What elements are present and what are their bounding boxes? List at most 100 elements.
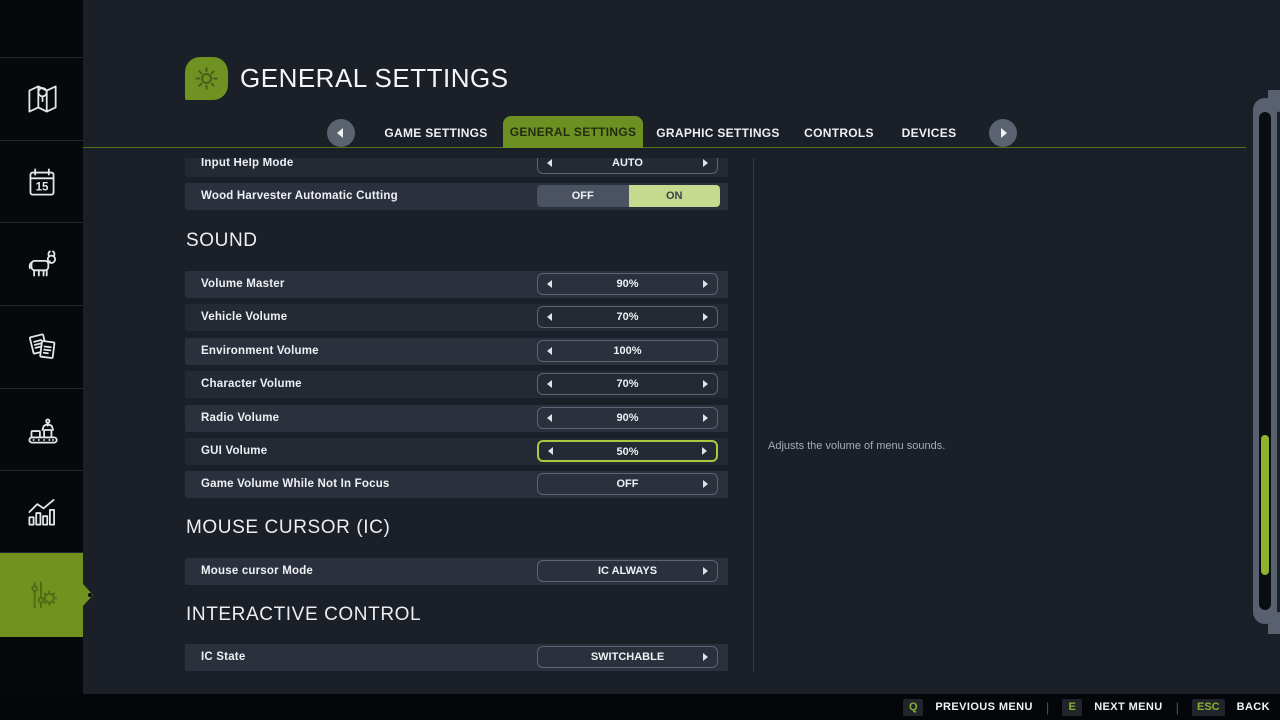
stepper-value: 70%: [616, 378, 639, 390]
sidebar-item-settings[interactable]: [0, 552, 83, 637]
calendar-day: 15: [35, 181, 48, 193]
section-title-mouse-cursor: MOUSE CURSOR (IC): [186, 517, 391, 538]
stepper-right-arrow-icon[interactable]: [703, 313, 708, 321]
bottom-bar: Q PREVIOUS MENU | E NEXT MENU | ESC BACK: [0, 694, 1280, 720]
tab-game-settings[interactable]: GAME SETTINGS: [384, 126, 487, 140]
row-input-help-mode: Input Help Mode AUTO: [185, 158, 728, 177]
sidebar-item-calendar[interactable]: 15: [0, 140, 83, 222]
hint-label: PREVIOUS MENU: [935, 701, 1033, 713]
sidebar: 15: [0, 0, 83, 694]
stepper-right-arrow-icon[interactable]: [703, 280, 708, 288]
row-gui-volume: GUI Volume 50%: [185, 438, 728, 465]
setting-label: Game Volume While Not In Focus: [201, 478, 390, 490]
panel-divider: [753, 158, 754, 672]
sidebar-item-contracts[interactable]: [0, 305, 83, 388]
chevron-right-icon: [1001, 128, 1007, 138]
settings-list: Input Help Mode AUTO Wood Harvester Auto…: [185, 158, 728, 672]
row-mouse-cursor-mode: Mouse cursor Mode IC ALWAYS: [185, 558, 728, 585]
key-badge-e: E: [1062, 698, 1083, 716]
setting-label: GUI Volume: [201, 445, 268, 457]
stepper-value: SWITCHABLE: [590, 651, 665, 663]
hint-label: BACK: [1236, 701, 1270, 713]
calendar-icon: 15: [29, 168, 54, 195]
row-character-volume: Character Volume 70%: [185, 371, 728, 398]
hint-separator: |: [1045, 699, 1050, 715]
character-volume-stepper[interactable]: 70%: [537, 373, 718, 395]
setting-label: Environment Volume: [201, 345, 319, 357]
environment-volume-stepper[interactable]: 100%: [537, 340, 718, 362]
next-menu-hint[interactable]: E NEXT MENU: [1062, 698, 1163, 716]
radio-volume-stepper[interactable]: 90%: [537, 407, 718, 429]
mouse-cursor-mode-stepper[interactable]: IC ALWAYS: [537, 560, 718, 582]
stepper-value: IC ALWAYS: [597, 565, 658, 577]
volume-master-stepper[interactable]: 90%: [537, 273, 718, 295]
map-icon: [28, 85, 57, 113]
sidebar-item-animals[interactable]: [0, 222, 83, 305]
setting-description: Adjusts the volume of menu sounds.: [768, 440, 946, 452]
sidebar-item-production[interactable]: [0, 388, 83, 470]
tabs-next-button[interactable]: [989, 119, 1017, 147]
stepper-right-arrow-icon[interactable]: [703, 380, 708, 388]
sidebar-item-statistics[interactable]: [0, 470, 83, 552]
statistics-icon: [28, 498, 55, 525]
row-radio-volume: Radio Volume 90%: [185, 405, 728, 432]
setting-label: Mouse cursor Mode: [201, 565, 314, 577]
ic-state-stepper[interactable]: SWITCHABLE: [537, 646, 718, 668]
stepper-right-arrow-icon[interactable]: [703, 480, 708, 488]
key-badge-q: Q: [903, 698, 924, 716]
stepper-value: 90%: [616, 278, 639, 290]
row-game-volume-focus: Game Volume While Not In Focus OFF: [185, 471, 728, 498]
tab-graphic-settings[interactable]: GRAPHIC SETTINGS: [656, 126, 779, 140]
section-title-sound: SOUND: [186, 230, 258, 251]
tab-controls[interactable]: CONTROLS: [804, 126, 874, 140]
game-volume-focus-stepper[interactable]: OFF: [537, 473, 718, 495]
stepper-right-arrow-icon[interactable]: [702, 447, 707, 455]
stepper-right-arrow-icon[interactable]: [703, 414, 708, 422]
setting-label: Input Help Mode: [201, 158, 294, 169]
toggle-off-option[interactable]: OFF: [537, 185, 629, 207]
row-ic-state: IC State SWITCHABLE: [185, 644, 728, 671]
tab-general-settings[interactable]: GENERAL SETTINGS: [503, 116, 643, 148]
stepper-right-arrow-icon[interactable]: [703, 567, 708, 575]
toggle-on-option[interactable]: ON: [628, 185, 720, 207]
stepper-value: 50%: [616, 446, 639, 458]
stepper-value: 70%: [616, 311, 639, 323]
vehicle-volume-stepper[interactable]: 70%: [537, 306, 718, 328]
setting-label: Vehicle Volume: [201, 311, 288, 323]
wood-harvester-toggle: OFF ON: [537, 185, 720, 207]
stepper-right-arrow-icon[interactable]: [703, 653, 708, 661]
chevron-left-icon: [337, 128, 343, 138]
contracts-icon: [28, 333, 55, 359]
active-item-notch-dot: [88, 593, 92, 597]
production-icon: [28, 418, 58, 443]
previous-menu-hint[interactable]: Q PREVIOUS MENU: [903, 698, 1033, 716]
settings-icon: [30, 581, 57, 609]
page-title: GENERAL SETTINGS: [240, 63, 509, 93]
hint-label: NEXT MENU: [1094, 701, 1163, 713]
cow-icon: [28, 250, 56, 277]
input-help-mode-stepper[interactable]: AUTO: [537, 158, 718, 174]
setting-label: IC State: [201, 651, 246, 663]
row-vehicle-volume: Vehicle Volume 70%: [185, 304, 728, 331]
stepper-value: 90%: [616, 412, 639, 424]
back-hint[interactable]: ESC BACK: [1191, 698, 1270, 716]
gui-volume-stepper[interactable]: 50%: [537, 440, 718, 462]
tab-underline: [83, 147, 1246, 148]
section-title-interactive-control: INTERACTIVE CONTROL: [186, 604, 422, 625]
setting-label: Radio Volume: [201, 412, 280, 424]
row-environment-volume: Environment Volume 100%: [185, 338, 728, 365]
hint-separator: |: [1175, 699, 1179, 715]
tab-devices[interactable]: DEVICES: [902, 126, 957, 140]
setting-label: Volume Master: [201, 278, 285, 290]
tabs-prev-button[interactable]: [327, 119, 355, 147]
stepper-right-arrow-icon[interactable]: [703, 159, 708, 167]
sidebar-item-map[interactable]: [0, 57, 83, 140]
general-settings-badge: [185, 57, 228, 100]
setting-label: Character Volume: [201, 378, 302, 390]
row-wood-harvester: Wood Harvester Automatic Cutting OFF ON: [185, 183, 728, 210]
row-volume-master: Volume Master 90%: [185, 271, 728, 298]
scrollbar-thumb[interactable]: [1261, 435, 1269, 575]
stepper-value: 100%: [613, 345, 642, 357]
key-badge-esc: ESC: [1191, 698, 1225, 716]
setting-label: Wood Harvester Automatic Cutting: [201, 190, 398, 202]
